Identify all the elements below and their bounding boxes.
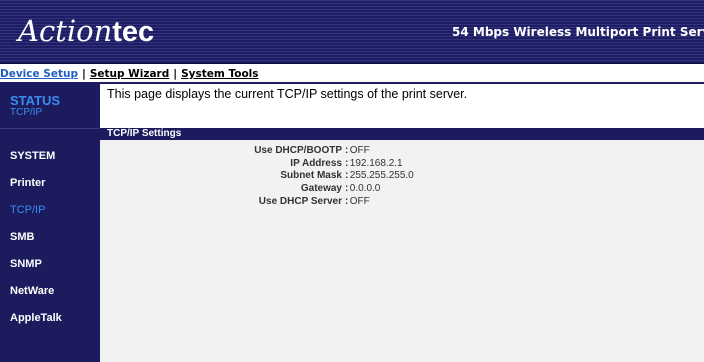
sidebar-status-subtitle: TCP/IP (10, 107, 43, 118)
nav-device-setup[interactable]: Device Setup (0, 68, 78, 80)
setting-value: 192.168.2.1 (347, 158, 403, 169)
setting-label: IP Address (290, 158, 342, 169)
section-header: TCP/IP Settings (100, 128, 704, 140)
sidebar-item-tcpip[interactable]: TCP/IP (10, 204, 45, 216)
sidebar-divider (0, 128, 100, 129)
setting-label: Subnet Mask (280, 170, 342, 181)
setting-label: Use DHCP/BOOTP (254, 145, 342, 156)
setting-value: 255.255.255.0 (347, 170, 414, 181)
sidebar-item-netware[interactable]: NetWare (10, 285, 54, 297)
setting-value: OFF (347, 196, 370, 207)
nav-separator: | (81, 68, 86, 80)
sidebar-item-system[interactable]: SYSTEM (10, 150, 55, 162)
top-navigation: Device Setup | Setup Wizard | System Tools (0, 66, 704, 84)
section-title: TCP/IP Settings (107, 128, 182, 139)
actiontec-logo: Actiontec (18, 14, 155, 48)
sidebar: STATUS TCP/IP SYSTEM Printer TCP/IP SMB … (0, 84, 100, 362)
setting-label: Gateway (300, 183, 342, 194)
setting-value: OFF (347, 145, 370, 156)
sidebar-status-title: STATUS (10, 93, 61, 108)
settings-row-gateway: Gateway : 0.0.0.0 (100, 183, 704, 195)
nav-system-tools[interactable]: System Tools (181, 68, 258, 80)
header-banner: Actiontec 54 Mbps Wireless Multiport Pri… (0, 0, 704, 64)
sidebar-item-snmp[interactable]: SNMP (10, 258, 42, 270)
settings-row-ip: IP Address : 192.168.2.1 (100, 158, 704, 170)
nav-separator: | (173, 68, 178, 80)
sidebar-item-smb[interactable]: SMB (10, 231, 34, 243)
sidebar-item-appletalk[interactable]: AppleTalk (10, 312, 62, 324)
settings-row-dhcp: Use DHCP/BOOTP : OFF (100, 145, 704, 157)
setting-label: Use DHCP Server (258, 196, 342, 207)
product-title: 54 Mbps Wireless Multiport Print Server (452, 25, 704, 39)
page-description: This page displays the current TCP/IP se… (107, 87, 468, 101)
setting-value: 0.0.0.0 (347, 183, 381, 194)
nav-setup-wizard[interactable]: Setup Wizard (90, 68, 169, 80)
sidebar-item-printer[interactable]: Printer (10, 177, 45, 189)
settings-row-subnet: Subnet Mask : 255.255.255.0 (100, 170, 704, 182)
settings-row-dhcp-server: Use DHCP Server : OFF (100, 196, 704, 208)
